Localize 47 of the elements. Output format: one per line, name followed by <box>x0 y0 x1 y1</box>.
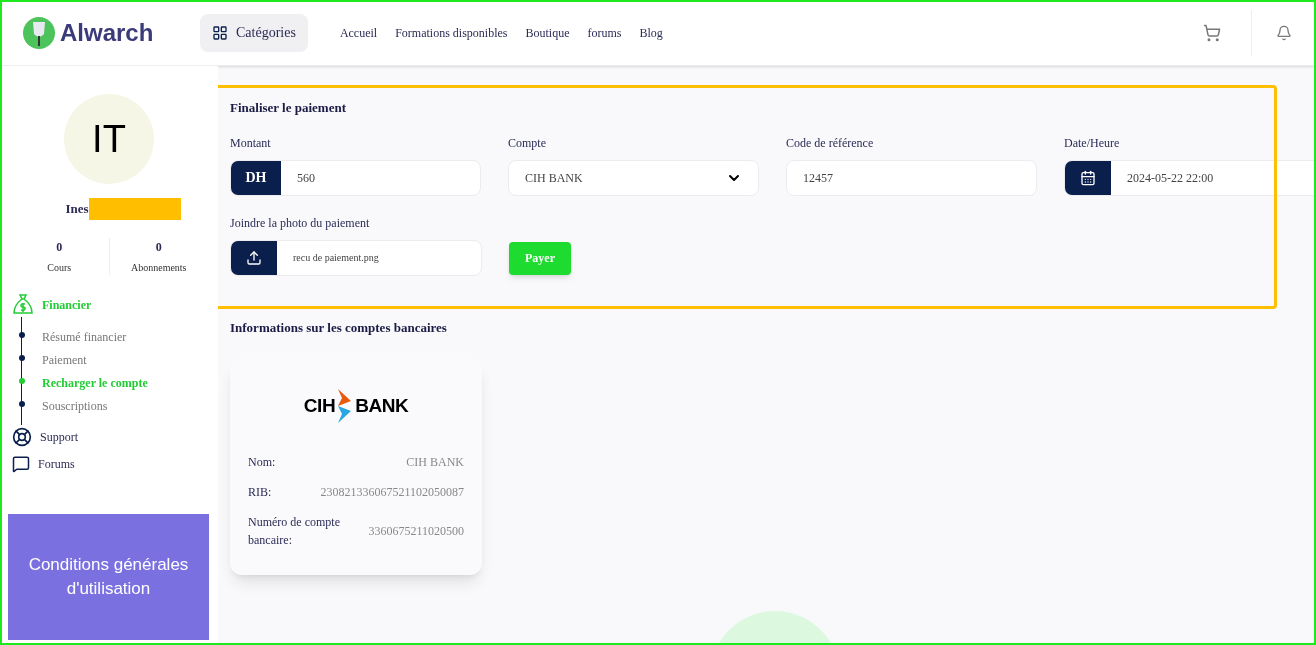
grid-icon <box>212 24 228 41</box>
terms-banner[interactable]: Conditions générales d'utilisation <box>8 514 209 640</box>
nav-link[interactable]: Formations disponibles <box>395 23 508 42</box>
section-title: Finaliser le paiement <box>230 99 348 117</box>
stat-value: 0 <box>155 239 162 256</box>
upload-icon <box>246 249 262 266</box>
currency-prefix: DH <box>231 160 281 195</box>
field-label: Joindre la photo du paiement <box>230 214 371 232</box>
field-label: Compte <box>508 134 547 152</box>
info-value: 3360675211020500 <box>368 523 464 540</box>
file-field[interactable]: recu de paiement.png <box>230 239 482 276</box>
chat-icon <box>12 455 30 473</box>
date-field[interactable]: 2024-05-22 22:00 <box>1064 159 1316 196</box>
info-value: 230821336067521102050087 <box>320 484 464 501</box>
info-value: CIH BANK <box>406 454 464 471</box>
categories-button[interactable]: Catégories <box>200 13 308 52</box>
cart-icon[interactable] <box>1203 23 1221 42</box>
section-title: Informations sur les comptes bancaires <box>230 318 448 337</box>
info-label: RIB: <box>248 484 272 501</box>
nav-link[interactable]: forums <box>587 23 622 42</box>
submenu-item[interactable]: Paiement <box>42 353 87 367</box>
submenu-item[interactable]: Résumé financier <box>42 330 127 344</box>
field-label: Code de référence <box>786 134 875 152</box>
user-name: Ines <box>65 200 89 219</box>
info-label: Numéro de compte bancaire: <box>248 514 341 549</box>
reference-field[interactable]: 12457 <box>786 159 1037 196</box>
stat-value: 0 <box>56 239 63 256</box>
field-label: Date/Heure <box>1064 134 1121 152</box>
logo-text[interactable]: Alwarch <box>60 14 154 51</box>
nav-link[interactable]: Accueil <box>339 23 378 42</box>
field-label: Montant <box>230 134 272 152</box>
bank-logo: CIH BANK <box>303 389 409 423</box>
nav-link[interactable]: Boutique <box>525 23 570 42</box>
menu-item[interactable]: Forums <box>38 455 75 473</box>
menu-item[interactable]: Support <box>40 428 78 446</box>
stat-label: Abonnements <box>130 261 187 275</box>
stat-label: Cours <box>47 261 72 275</box>
submenu-item[interactable]: Souscriptions <box>42 399 108 413</box>
money-bag-icon <box>12 293 34 317</box>
account-select[interactable]: CIH BANK <box>508 159 759 196</box>
shovel-logo-icon <box>22 15 56 50</box>
info-label: Nom: <box>248 454 276 471</box>
bell-icon[interactable] <box>1276 24 1292 41</box>
amount-field[interactable]: DH 560 <box>230 159 481 196</box>
calendar-icon <box>1080 169 1096 186</box>
nav-link[interactable]: Blog <box>639 23 663 42</box>
lifebuoy-icon <box>12 427 32 447</box>
